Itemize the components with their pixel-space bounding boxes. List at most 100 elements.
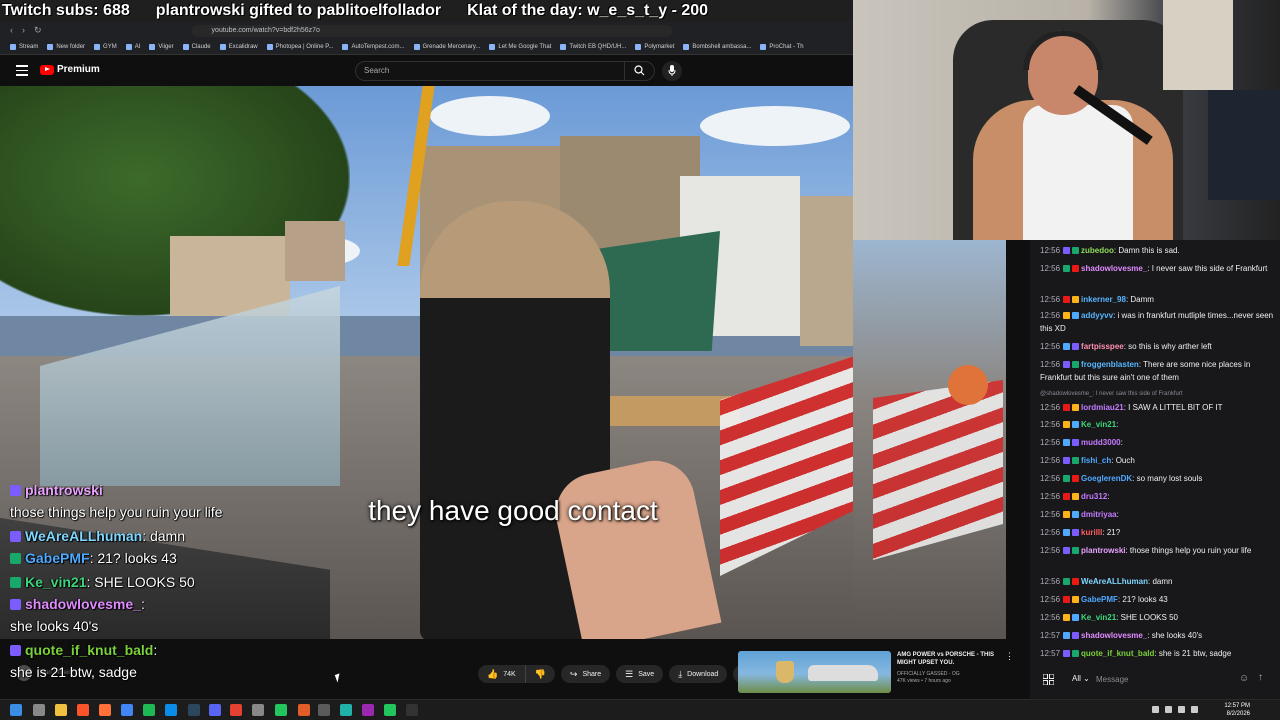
firefox-icon[interactable] [99, 704, 111, 716]
chrome-icon[interactable] [121, 704, 133, 716]
chat-message: 12:57 shadowlovesme_: she looks 40's [1040, 629, 1276, 642]
windows-start-icon[interactable] [10, 704, 22, 716]
chat-username[interactable]: fartpisspee [1081, 342, 1124, 351]
search-input[interactable] [364, 66, 614, 75]
chat-badge-icon [1072, 493, 1080, 500]
bookmark-item[interactable]: Bombshell ambassa... [683, 44, 751, 50]
chat-text: : [1116, 420, 1119, 429]
chat-username[interactable]: shadowlovesme_ [1081, 631, 1147, 640]
bookmark-item[interactable]: ProChat - Th [760, 44, 803, 50]
chat-timestamp: 12:56 [1040, 438, 1061, 447]
app-icon[interactable] [384, 704, 396, 716]
chat-username[interactable]: dmitriyaa [1081, 510, 1117, 519]
search-button[interactable] [624, 61, 655, 81]
tray-wifi-icon[interactable] [1165, 706, 1172, 713]
recommended-channel[interactable]: OFFICIALLY GASSED - OG [897, 671, 1024, 677]
youtube-logo[interactable]: Premium [40, 64, 100, 75]
steam-icon[interactable] [188, 704, 200, 716]
app-icon[interactable] [252, 704, 264, 716]
app-icon[interactable] [318, 704, 330, 716]
chat-badge-icon [1072, 421, 1080, 428]
bookmark-item[interactable]: Viiger [149, 44, 173, 50]
chat-username[interactable]: Ke_vin21 [1081, 613, 1116, 622]
chat-badge-icon [1063, 457, 1071, 464]
voice-search-button[interactable] [662, 61, 682, 81]
discord-icon[interactable] [209, 704, 221, 716]
video-building [800, 196, 853, 346]
clock[interactable]: 12:57 PM 8/2/2026 [1224, 702, 1250, 718]
edge-icon[interactable] [165, 704, 177, 716]
hamburger-menu-icon[interactable] [16, 65, 28, 76]
chat-text: : [1116, 510, 1119, 519]
app-icon[interactable] [340, 704, 352, 716]
bookmark-item[interactable]: Stream [10, 44, 38, 50]
app-icon[interactable] [298, 704, 310, 716]
chat-username[interactable]: Ke_vin21 [1081, 420, 1116, 429]
bookmark-item[interactable]: Let Me Google That [489, 44, 551, 50]
chat-timestamp: 12:56 [1040, 577, 1061, 586]
search-box [355, 61, 655, 81]
chat-username[interactable]: fishi_ch [1081, 456, 1111, 465]
chat-username[interactable]: zubedoo [1081, 246, 1114, 255]
recommended-menu-icon[interactable]: ⋮ [1005, 651, 1014, 662]
chat-username[interactable]: kurilll [1081, 528, 1102, 537]
chat-username[interactable]: quote_if_knut_bald [1081, 649, 1154, 658]
terminal-icon[interactable] [406, 704, 418, 716]
bookmark-item[interactable]: Twitch EB QHD/UH... [560, 44, 626, 50]
like-button[interactable]: 👍 74K [478, 665, 526, 683]
stream-overlay-banner: Twitch subs: 688 plantrowski gifted to p… [0, 0, 853, 22]
file-explorer-icon[interactable] [55, 704, 67, 716]
bookmark-item[interactable]: Polymarket [635, 44, 674, 50]
chat-username[interactable]: shadowlovesme_ [1081, 264, 1147, 273]
chat-username[interactable]: froggenblasten [1081, 360, 1139, 369]
bookmark-item[interactable]: AutoTempest.com... [342, 44, 404, 50]
tray-volume-icon[interactable] [1178, 706, 1185, 713]
back-icon[interactable]: ‹ [10, 25, 13, 36]
app-icon[interactable] [275, 704, 287, 716]
bookmark-item[interactable]: Photopea | Online P... [267, 44, 334, 50]
webcam-poster [1163, 0, 1233, 90]
tray-chevron-icon[interactable] [1152, 706, 1159, 713]
bookmark-item[interactable]: Excalidraw [220, 44, 258, 50]
chat-username[interactable]: addyyvv [1081, 311, 1113, 320]
dislike-button[interactable]: 👎 [525, 665, 555, 683]
bookmark-item[interactable]: Grenade Mercenary... [414, 44, 481, 50]
bookmark-item[interactable]: GYM [94, 44, 117, 50]
recommended-video[interactable]: AMG POWER vs PORSCHE - THIS MIGHT UPSET … [738, 651, 1024, 697]
chat-timestamp: 12:56 [1040, 264, 1061, 273]
chat-username[interactable]: lordmiau21 [1081, 403, 1124, 412]
chat-username[interactable]: WeAreALLhuman [1081, 577, 1148, 586]
emoji-icon[interactable]: ☺ [1239, 673, 1249, 684]
chat-username[interactable]: mudd3000 [1081, 438, 1121, 447]
brave-browser-icon[interactable] [77, 704, 89, 716]
search-icon[interactable] [33, 704, 45, 716]
save-button[interactable]: ☰ Save [616, 665, 664, 683]
chat-username[interactable]: GoeglerenDK [1081, 474, 1132, 483]
chat-username[interactable]: inkerner_98 [1081, 295, 1126, 304]
bookmark-item[interactable]: AI [126, 44, 141, 50]
send-icon[interactable]: ↑ [1258, 672, 1263, 683]
url-field[interactable]: youtube.com/watch?v=bdf2h56z7o [191, 24, 672, 37]
chat-filter-dropdown[interactable]: All ⌄ [1072, 674, 1090, 683]
recommended-title[interactable]: AMG POWER vs PORSCHE - THIS MIGHT UPSET … [897, 651, 1007, 667]
download-button[interactable]: ⤓ Download [669, 665, 728, 683]
chat-text: : Ouch [1111, 456, 1135, 465]
chat-username[interactable]: dru312 [1081, 492, 1107, 501]
chat-username[interactable]: GabePMF [1081, 595, 1118, 604]
recommended-thumbnail[interactable] [738, 651, 891, 693]
chrome-icon[interactable] [230, 704, 242, 716]
chat-badge-icon [1072, 632, 1080, 639]
reload-icon[interactable]: ↻ [34, 25, 42, 36]
bookmark-item[interactable]: Claude [183, 44, 211, 50]
chat-badge-icon [1063, 529, 1071, 536]
share-button[interactable]: ↪ Share [560, 665, 611, 683]
forward-icon[interactable]: › [22, 25, 25, 36]
chat-badge-icon [1072, 265, 1080, 272]
tray-battery-icon[interactable] [1191, 706, 1198, 713]
app-icon[interactable] [362, 704, 374, 716]
chat-message-input[interactable] [1096, 671, 1236, 688]
grid-icon[interactable] [1043, 674, 1054, 685]
spotify-icon[interactable] [143, 704, 155, 716]
chat-username[interactable]: plantrowski [1081, 546, 1125, 555]
bookmark-item[interactable]: New folder [47, 44, 85, 50]
